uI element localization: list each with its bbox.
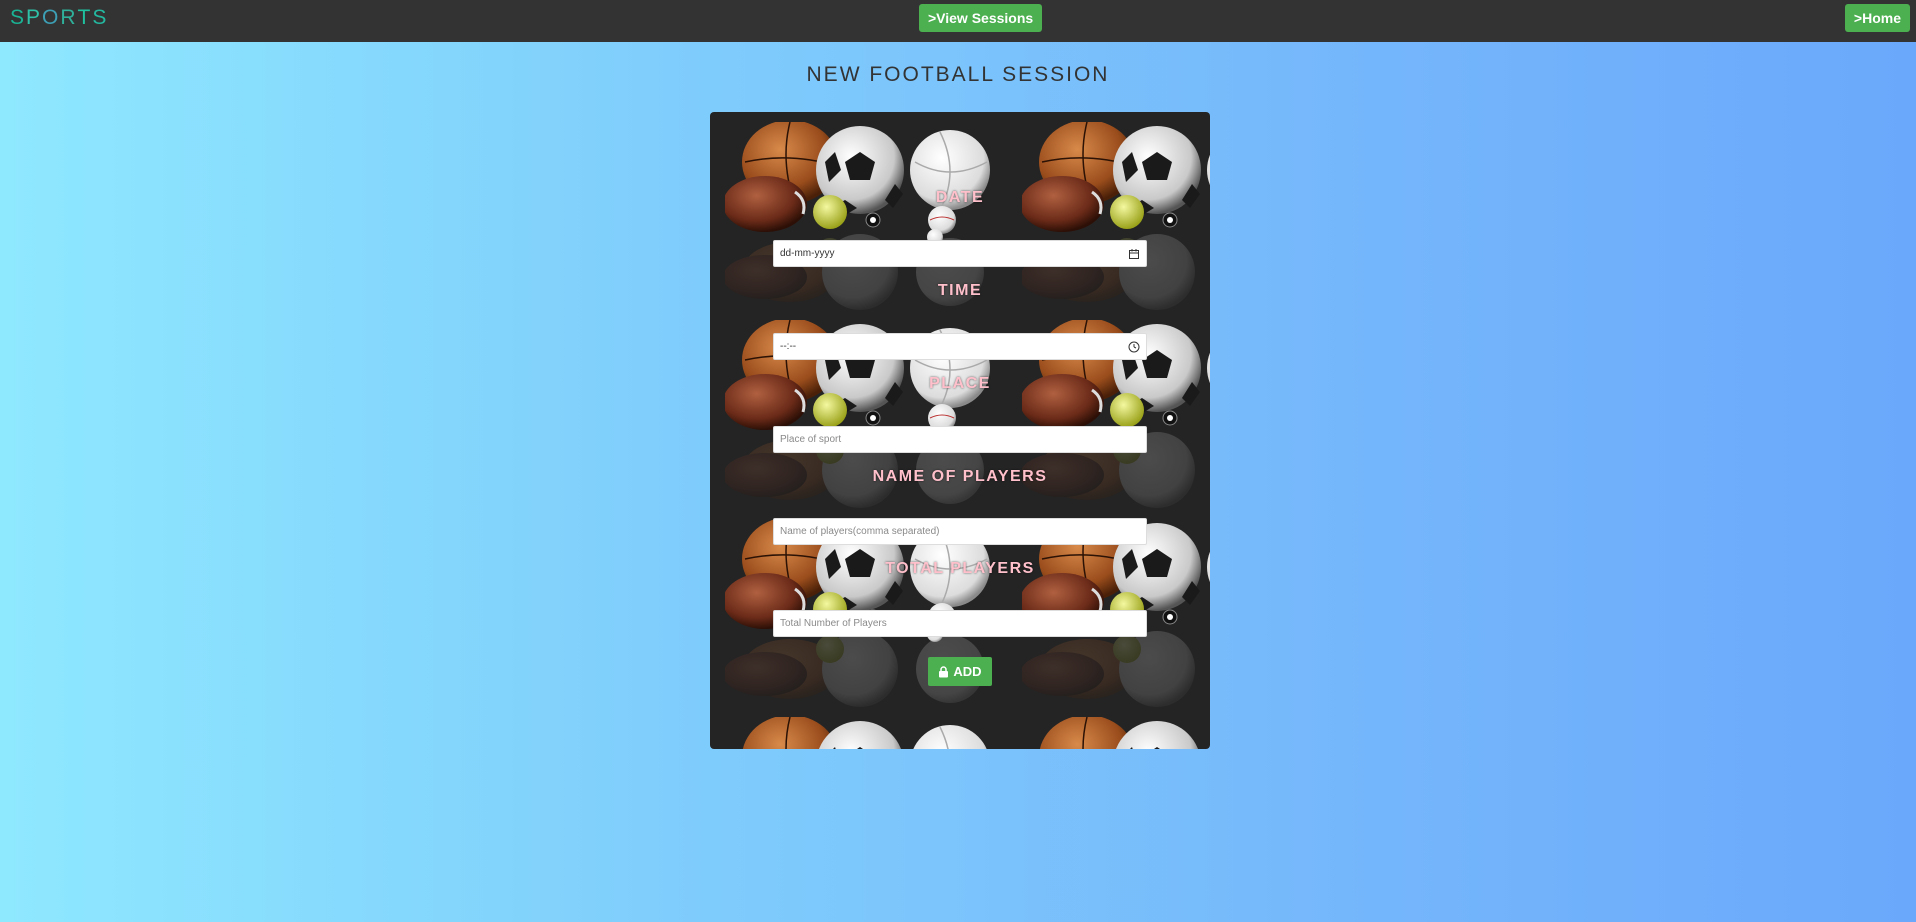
page-title: NEW FOOTBALL SESSION (806, 63, 1110, 86)
total-players-field[interactable] (773, 610, 1147, 637)
brand-letter: S (10, 6, 27, 29)
time-value: --:-- (780, 341, 797, 352)
total-players-input[interactable] (780, 618, 1140, 629)
date-value: dd-mm-yyyy (780, 248, 835, 259)
place-input[interactable] (780, 434, 1140, 445)
brand-logo: SPORTS (10, 6, 108, 30)
time-input[interactable]: --:-- (773, 333, 1147, 360)
session-form-card: DATE dd-mm-yyyy TIME --:-- PLACE NAME OF… (710, 112, 1210, 749)
brand-letter: P (26, 6, 43, 29)
players-field[interactable] (773, 518, 1147, 545)
home-button[interactable]: >Home (1844, 4, 1910, 32)
players-label: NAME OF PLAYERS (872, 468, 1048, 485)
top-navbar: SPORTS >View Sessions >Home (0, 0, 1916, 42)
sports-balls-background (1022, 717, 1210, 749)
time-label: TIME (937, 282, 983, 299)
brand-letter: O (42, 6, 61, 29)
players-input[interactable] (780, 526, 1140, 537)
brand-letter: S (92, 6, 109, 29)
date-input[interactable]: dd-mm-yyyy (773, 240, 1147, 267)
place-label: PLACE (929, 375, 991, 392)
total-players-label: TOTAL PLAYERS (885, 560, 1035, 577)
place-field[interactable] (773, 426, 1147, 453)
brand-letter: R (60, 6, 78, 29)
add-button-label: ADD (953, 664, 982, 679)
lock-icon (939, 665, 949, 677)
date-label: DATE (935, 189, 985, 206)
sports-balls-background (725, 717, 992, 749)
add-button[interactable]: ADD (928, 657, 992, 686)
brand-letter: T (77, 6, 93, 29)
view-sessions-button[interactable]: >View Sessions (919, 4, 1043, 32)
clock-icon[interactable] (1128, 341, 1140, 353)
calendar-icon[interactable] (1128, 248, 1140, 260)
